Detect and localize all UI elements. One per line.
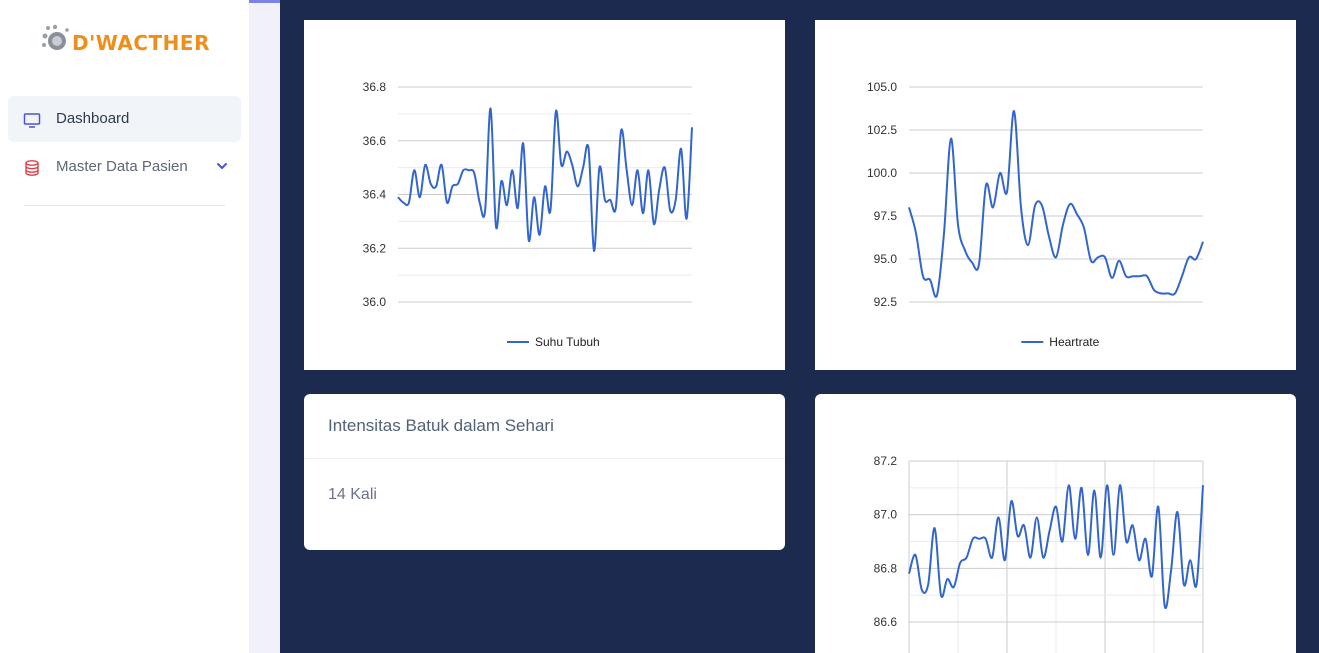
legend-label: Heartrate bbox=[1049, 335, 1099, 349]
logo-mark-icon bbox=[42, 24, 69, 50]
y-tick-label: 105.0 bbox=[867, 80, 897, 94]
chart-legend[interactable]: Heartrate bbox=[1021, 335, 1100, 349]
sidebar-divider bbox=[24, 205, 225, 206]
y-tick-label: 36.0 bbox=[363, 295, 387, 309]
sidebar-item-dashboard[interactable]: Dashboard bbox=[8, 96, 241, 142]
y-tick-label: 100.0 bbox=[867, 166, 897, 180]
info-card-batuk: Intensitas Batuk dalam Sehari 14 Kali bbox=[304, 394, 785, 550]
chart-grid bbox=[908, 460, 1204, 653]
heartrate-chart: 92.5 95.0 97.5 100.0 102.5 105.0 Heartrate bbox=[867, 80, 1204, 349]
suhu-tubuh-chart: 36.0 36.2 36.4 36.6 36.8 Suhu Tubuh bbox=[363, 80, 693, 349]
chart-card-suhu-tubuh: 36.0 36.2 36.4 36.6 36.8 Suhu Tubuh bbox=[304, 20, 785, 370]
sidebar: D'WACTHER Dashboard Master Data Pasien bbox=[0, 0, 249, 653]
y-tick-label: 97.5 bbox=[874, 209, 898, 223]
chart-grid bbox=[398, 86, 692, 303]
sidebar-edge-accent bbox=[249, 0, 280, 3]
y-tick-label: 36.8 bbox=[363, 80, 387, 94]
brand-logo[interactable]: D'WACTHER bbox=[40, 24, 220, 60]
y-tick-label: 102.5 bbox=[867, 123, 897, 137]
brand-name: D'WACTHER bbox=[72, 31, 210, 55]
info-card-value: 14 Kali bbox=[328, 486, 377, 503]
info-card-title: Intensitas Batuk dalam Sehari bbox=[328, 416, 554, 435]
sidebar-nav: Dashboard Master Data Pasien bbox=[8, 96, 241, 192]
y-tick-label: 36.2 bbox=[363, 241, 387, 255]
chart-legend[interactable]: Suhu Tubuh bbox=[507, 335, 600, 349]
y-tick-label: 87.0 bbox=[874, 508, 898, 522]
third-chart: 86.6 86.8 87.0 87.2 bbox=[874, 454, 1204, 653]
sidebar-edge bbox=[249, 0, 280, 653]
chart-card-third: 86.6 86.8 87.0 87.2 bbox=[815, 394, 1296, 653]
y-tick-label: 95.0 bbox=[874, 252, 898, 266]
sidebar-item-label: Dashboard bbox=[56, 110, 130, 127]
chart-grid bbox=[909, 86, 1203, 303]
y-tick-label: 92.5 bbox=[874, 295, 898, 309]
y-tick-label: 87.2 bbox=[874, 454, 898, 468]
y-tick-label: 86.8 bbox=[874, 561, 898, 575]
series-line bbox=[908, 110, 1204, 298]
y-tick-label: 86.6 bbox=[874, 615, 898, 629]
chevron-down-icon[interactable] bbox=[215, 159, 229, 173]
monitor-icon bbox=[23, 113, 41, 128]
legend-label: Suhu Tubuh bbox=[535, 335, 600, 349]
series-line bbox=[397, 107, 693, 252]
sidebar-item-label: Master Data Pasien bbox=[56, 158, 188, 175]
chart-card-heartrate: 92.5 95.0 97.5 100.0 102.5 105.0 Heartrate bbox=[815, 20, 1296, 370]
info-card-separator bbox=[304, 458, 785, 459]
y-tick-label: 36.6 bbox=[363, 134, 387, 148]
sidebar-item-master-data-pasien[interactable]: Master Data Pasien bbox=[8, 144, 241, 190]
database-icon bbox=[25, 160, 39, 176]
y-tick-label: 36.4 bbox=[363, 188, 387, 202]
